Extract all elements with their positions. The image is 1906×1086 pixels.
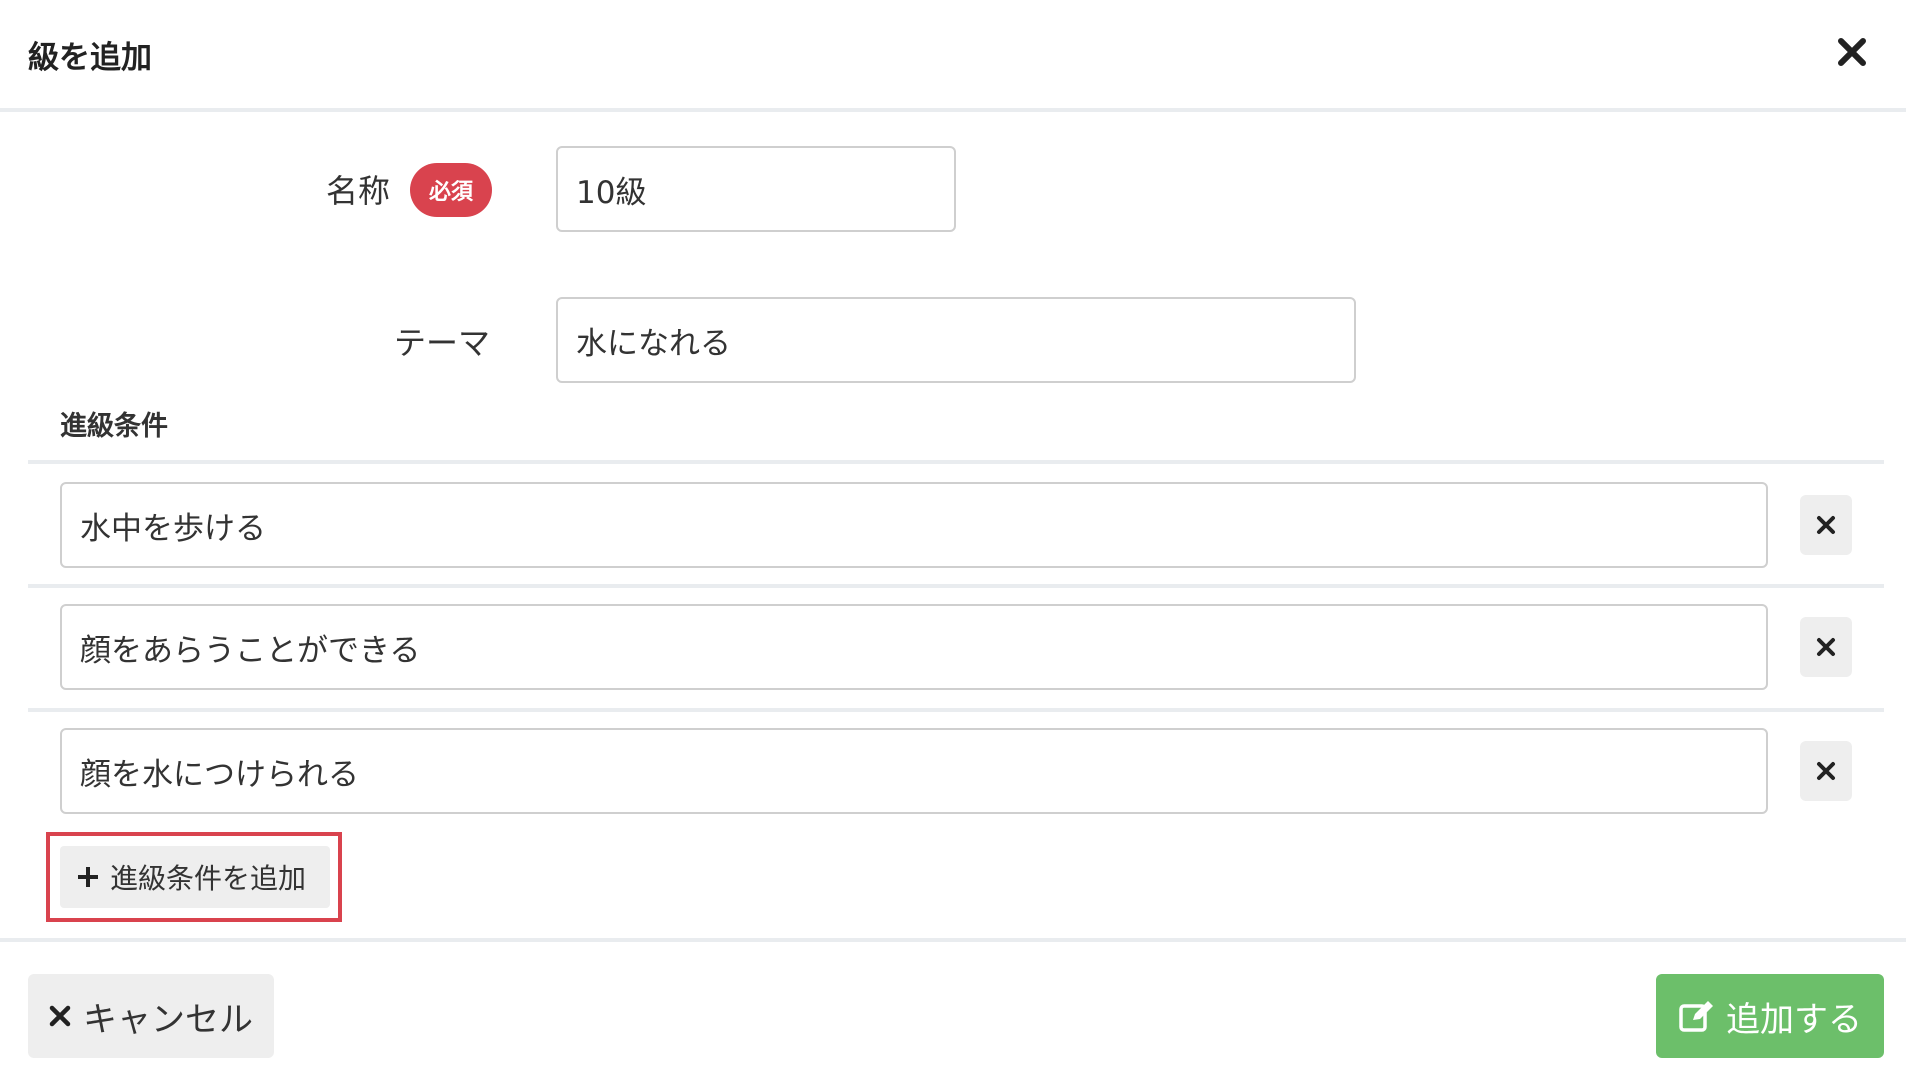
condition-input[interactable]: 顔をあらうことができる <box>60 604 1768 690</box>
add-condition-button[interactable]: 進級条件を追加 <box>60 846 330 908</box>
close-icon <box>1817 762 1835 780</box>
add-condition-label: 進級条件を追加 <box>110 862 307 895</box>
theme-input[interactable]: 水になれる <box>556 297 1356 383</box>
required-badge: 必須 <box>410 163 492 217</box>
remove-condition-button[interactable] <box>1800 495 1852 555</box>
conditions-divider <box>28 460 1884 464</box>
condition-divider <box>28 584 1884 588</box>
condition-divider <box>28 708 1884 712</box>
close-icon <box>49 1005 71 1027</box>
remove-condition-button[interactable] <box>1800 617 1852 677</box>
plus-icon <box>78 867 98 887</box>
theme-label: テーマ <box>394 324 491 362</box>
cancel-button[interactable]: キャンセル <box>28 974 274 1058</box>
condition-input[interactable]: 水中を歩ける <box>60 482 1768 568</box>
remove-condition-button[interactable] <box>1800 741 1852 801</box>
close-icon <box>1817 638 1835 656</box>
modal-header: 級を追加 <box>0 0 1906 112</box>
close-button[interactable] <box>1830 30 1874 74</box>
cancel-label: キャンセル <box>83 999 253 1040</box>
conditions-section-title: 進級条件 <box>60 411 168 442</box>
add-grade-modal: 級を追加 名称 必須 10級 テーマ 水になれる 進級条件 水中を歩ける 顔をあ… <box>0 0 1906 1086</box>
modal-title: 級を追加 <box>28 40 152 76</box>
close-icon <box>1817 516 1835 534</box>
close-icon <box>1838 38 1866 66</box>
name-label: 名称 <box>326 172 391 210</box>
condition-input[interactable]: 顔を水につけられる <box>60 728 1768 814</box>
footer-divider <box>0 938 1906 942</box>
submit-label: 追加する <box>1726 999 1862 1040</box>
edit-icon <box>1679 1001 1713 1032</box>
name-input[interactable]: 10級 <box>556 146 956 232</box>
submit-button[interactable]: 追加する <box>1656 974 1884 1058</box>
